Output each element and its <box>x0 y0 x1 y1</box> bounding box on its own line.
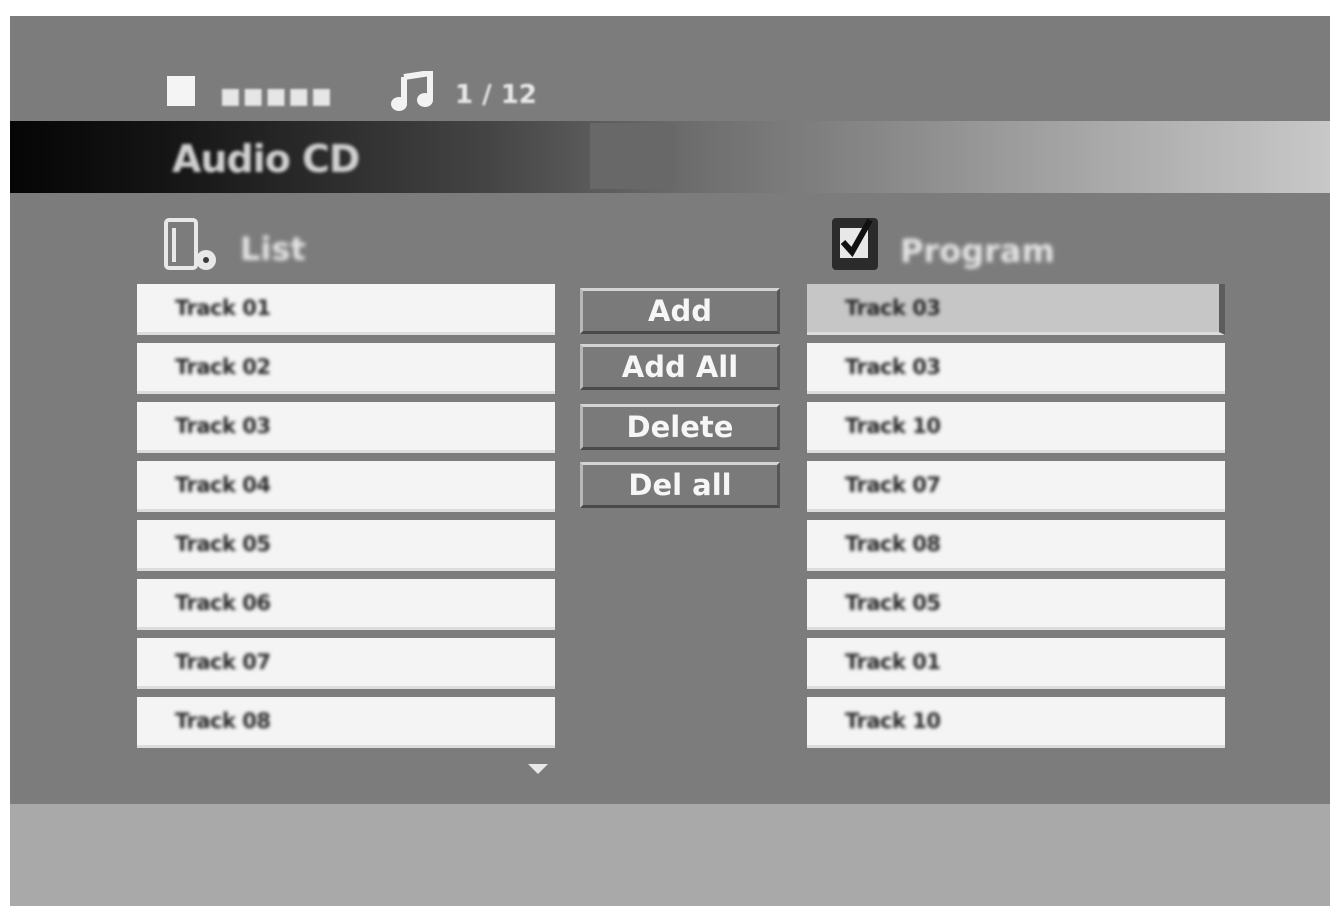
delete-button[interactable]: Delete <box>580 404 780 450</box>
list-item[interactable]: Track 01 <box>137 284 555 335</box>
list-item-label: Track 08 <box>175 709 271 733</box>
disc-list-icon <box>164 218 216 270</box>
cd-program-screen: ■■■■■ 1 / 12 Audio CD List Program Track… <box>10 16 1330 906</box>
program-item-label: Track 03 <box>845 296 941 320</box>
program-item-label: Track 10 <box>845 414 941 438</box>
program-item[interactable]: Track 08 <box>807 520 1225 571</box>
add-all-button[interactable]: Add All <box>580 344 780 390</box>
program-item-label: Track 01 <box>845 650 941 674</box>
disc-type-label: Audio CD <box>172 137 360 181</box>
list-item-label: Track 03 <box>175 414 271 438</box>
title-band: Audio CD <box>10 121 1330 193</box>
program-item[interactable]: Track 03 <box>807 343 1225 394</box>
delete-all-button[interactable]: Del all <box>580 462 780 508</box>
program-check-icon <box>832 218 878 270</box>
list-item-label: Track 02 <box>175 355 271 379</box>
add-button[interactable]: Add <box>580 288 780 334</box>
list-item[interactable]: Track 02 <box>137 343 555 394</box>
list-item[interactable]: Track 08 <box>137 697 555 748</box>
program-item-label: Track 10 <box>845 709 941 733</box>
program-item-label: Track 05 <box>845 591 941 615</box>
status-row: ■■■■■ 1 / 12 <box>10 16 1330 116</box>
program-item[interactable]: Track 10 <box>807 402 1225 453</box>
list-item[interactable]: Track 04 <box>137 461 555 512</box>
program-item[interactable]: Track 10 <box>807 697 1225 748</box>
stop-icon <box>167 76 195 106</box>
title-band-accent <box>590 123 675 189</box>
scroll-down-icon[interactable] <box>528 764 548 774</box>
program-item[interactable]: Track 07 <box>807 461 1225 512</box>
program-item[interactable]: Track 05 <box>807 579 1225 630</box>
list-item-label: Track 01 <box>175 296 271 320</box>
list-item-label: Track 07 <box>175 650 271 674</box>
bottom-band <box>10 804 1330 906</box>
list-header-label: List <box>240 230 306 268</box>
program-header-label: Program <box>900 232 1055 270</box>
time-display: ■■■■■ <box>220 84 334 109</box>
music-note-icon <box>391 71 433 111</box>
list-item[interactable]: Track 03 <box>137 402 555 453</box>
program-item[interactable]: Track 03 <box>807 284 1225 335</box>
list-item-label: Track 05 <box>175 532 271 556</box>
list-item[interactable]: Track 07 <box>137 638 555 689</box>
program-item-label: Track 03 <box>845 355 941 379</box>
program-item-label: Track 07 <box>845 473 941 497</box>
list-item[interactable]: Track 06 <box>137 579 555 630</box>
list-item[interactable]: Track 05 <box>137 520 555 571</box>
list-item-label: Track 04 <box>175 473 271 497</box>
program-item-label: Track 08 <box>845 532 941 556</box>
list-item-label: Track 06 <box>175 591 271 615</box>
track-counter: 1 / 12 <box>455 80 537 110</box>
program-item[interactable]: Track 01 <box>807 638 1225 689</box>
